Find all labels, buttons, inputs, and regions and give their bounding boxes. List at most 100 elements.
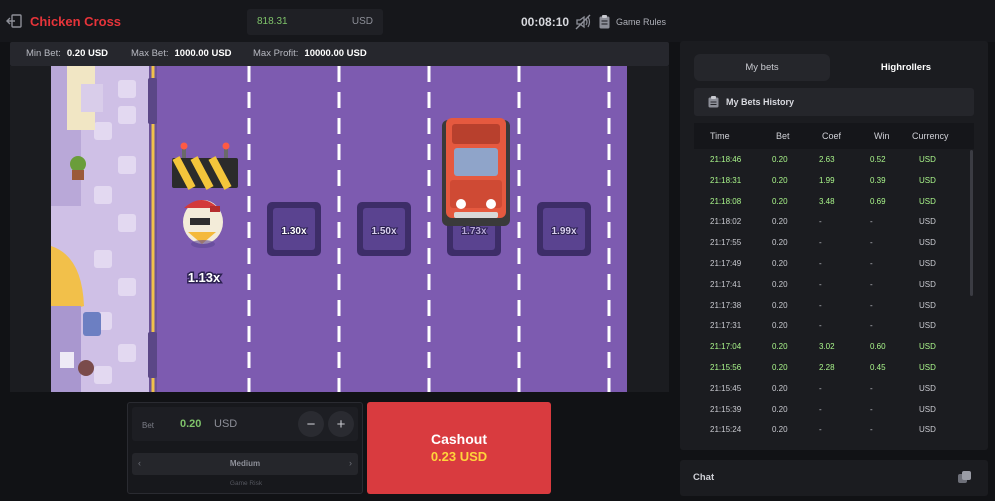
cell-bet: 0.20 xyxy=(772,383,788,393)
cell-time: 21:15:24 xyxy=(710,425,742,435)
table-row: 21:15:45 0.20 - - USD xyxy=(694,378,974,399)
history-scrollbar[interactable] xyxy=(970,150,973,296)
max-bet-info: Max Bet: 1000.00 USD xyxy=(131,48,232,59)
tab-my-bets[interactable]: My bets xyxy=(694,54,830,81)
table-row: 21:18:02 0.20 - - USD xyxy=(694,211,974,232)
cell-time: 21:17:49 xyxy=(710,259,742,268)
cell-time: 21:15:39 xyxy=(710,404,742,414)
bet-amount-row: Bet 0.20 USD − + xyxy=(132,407,358,441)
cell-bet: 0.20 xyxy=(772,279,788,289)
session-timer: 00:08:10 xyxy=(521,15,570,29)
cell-time: 21:18:46 xyxy=(710,155,742,164)
top-bar xyxy=(0,0,995,42)
cell-coef: 2.63 xyxy=(819,155,835,164)
cell-bet: 0.20 xyxy=(772,404,788,414)
cell-time: 21:17:04 xyxy=(710,342,742,352)
cell-bet: 0.20 xyxy=(772,321,788,331)
balance-currency: USD xyxy=(351,16,373,27)
cell-coef: - xyxy=(819,259,822,268)
balance-value: 818.31 xyxy=(257,16,288,27)
game-rules-button[interactable]: Game Rules xyxy=(599,13,666,31)
cell-bet: 0.20 xyxy=(772,217,788,227)
cell-currency: USD xyxy=(919,425,936,435)
chat-icon[interactable] xyxy=(957,470,972,485)
table-row: 21:17:04 0.20 3.02 0.60 USD xyxy=(694,336,974,357)
bet-amount-input[interactable]: 0.20 xyxy=(180,418,201,430)
cell-currency: USD xyxy=(919,155,936,164)
lane-multiplier-4: 1.99x xyxy=(551,226,576,237)
increase-bet-button[interactable]: + xyxy=(328,411,354,437)
cell-currency: USD xyxy=(919,321,936,331)
table-row: 21:15:24 0.20 - - USD xyxy=(694,419,974,440)
cell-coef: 3.02 xyxy=(819,342,835,352)
cell-win: - xyxy=(870,404,873,414)
cell-win: 0.45 xyxy=(870,363,886,372)
risk-value: Medium xyxy=(229,459,261,468)
clipboard-icon xyxy=(599,15,610,29)
cell-coef: 3.48 xyxy=(819,196,835,206)
game-title: Chicken Cross xyxy=(30,14,122,29)
cell-time: 21:18:02 xyxy=(710,217,742,227)
bet-limits-bar: Min Bet: 0.20 USD Max Bet: 1000.00 USD Max… xyxy=(10,42,669,66)
cell-currency: USD xyxy=(919,279,936,289)
cell-bet: 0.20 xyxy=(772,425,788,435)
cell-currency: USD xyxy=(919,383,936,393)
cell-coef: - xyxy=(819,383,822,393)
cell-time: 21:15:56 xyxy=(710,363,742,372)
cell-coef: - xyxy=(819,425,822,435)
table-row: 21:17:55 0.20 - - USD xyxy=(694,232,974,253)
table-header: Time Bet Coef Win Currency xyxy=(694,123,974,149)
bet-label: Bet xyxy=(142,421,155,430)
table-row: 21:15:39 0.20 - - USD xyxy=(694,399,974,420)
decrease-bet-button[interactable]: − xyxy=(298,411,324,437)
table-row: 21:17:31 0.20 - - USD xyxy=(694,315,974,336)
exit-icon[interactable] xyxy=(6,14,22,28)
cell-win: - xyxy=(870,383,873,393)
cell-currency: USD xyxy=(919,342,936,352)
cell-coef: 2.28 xyxy=(819,363,835,372)
table-row: 21:18:08 0.20 3.48 0.69 USD xyxy=(694,191,974,212)
lane-multiplier-3: 1.73x xyxy=(461,226,486,237)
cell-currency: USD xyxy=(919,217,936,227)
cell-currency: USD xyxy=(919,175,936,185)
chevron-right-icon[interactable]: › xyxy=(349,458,352,468)
max-profit-info: Max Profit: 10000.00 USD xyxy=(253,48,367,59)
cashout-label: Cashout xyxy=(431,431,487,447)
cell-coef: 1.99 xyxy=(819,175,835,185)
table-row: 21:18:46 0.20 2.63 0.52 USD xyxy=(694,149,974,170)
history-header: My Bets History xyxy=(694,88,974,116)
sound-off-icon[interactable] xyxy=(575,14,591,30)
min-bet-info: Min Bet: 0.20 USD xyxy=(26,48,109,59)
cell-win: 0.39 xyxy=(870,175,886,185)
chat-bar[interactable]: Chat xyxy=(680,460,988,496)
cell-coef: - xyxy=(819,238,822,248)
cell-time: 21:18:31 xyxy=(710,175,742,185)
column-currency: Currency xyxy=(912,131,949,141)
cell-win: - xyxy=(870,425,873,435)
bet-currency: USD xyxy=(214,418,238,430)
cell-time: 21:17:55 xyxy=(710,238,742,248)
cell-coef: - xyxy=(819,300,822,310)
table-row: 21:18:31 0.20 1.99 0.39 USD xyxy=(694,170,974,191)
column-win: Win xyxy=(874,131,890,141)
balance-box: 818.31 USD xyxy=(247,9,383,35)
tab-highrollers[interactable]: Highrollers xyxy=(838,54,974,81)
cell-coef: - xyxy=(819,321,822,331)
cell-win: - xyxy=(870,279,873,289)
lane-multiplier-1: 1.30x xyxy=(281,226,306,237)
cell-win: - xyxy=(870,238,873,248)
cashout-button[interactable]: Cashout 0.23 USD xyxy=(367,402,551,494)
table-row: 21:17:41 0.20 - - USD xyxy=(694,274,974,295)
table-row: 21:17:38 0.20 - - USD xyxy=(694,295,974,316)
history-title: My Bets History xyxy=(726,97,795,107)
chicken-multiplier: 1.13x xyxy=(188,270,221,285)
cell-currency: USD xyxy=(919,300,936,310)
cell-currency: USD xyxy=(919,404,936,414)
risk-selector[interactable]: ‹ Medium › xyxy=(132,453,358,475)
cell-time: 21:15:45 xyxy=(710,383,742,393)
game-risk-label: Game Risk xyxy=(229,480,263,487)
cell-coef: - xyxy=(819,279,822,289)
cell-currency: USD xyxy=(919,363,936,372)
cell-bet: 0.20 xyxy=(772,155,788,164)
cell-bet: 0.20 xyxy=(772,238,788,248)
